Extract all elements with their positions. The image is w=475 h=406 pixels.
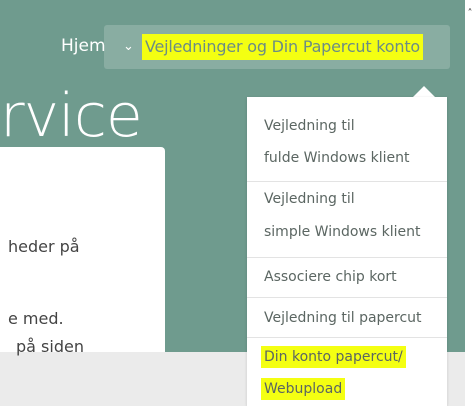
content-text-line: heder på <box>8 237 80 256</box>
menu-item-label: simple Windows klient <box>264 224 421 240</box>
page-title: rvice <box>0 81 143 151</box>
menu-item-label: Associere chip kort <box>264 269 397 285</box>
menu-item-label: Webupload <box>261 378 346 400</box>
content-card: heder på e med. på siden <box>0 147 165 356</box>
chevron-down-icon: ⌄ <box>123 39 134 54</box>
menu-item-fulde-windows-klient[interactable]: Vejledning til fulde Windows klient <box>247 105 447 182</box>
content-text-line: på siden <box>16 337 84 356</box>
menu-item-label: Din konto papercut/ <box>261 346 406 368</box>
dropdown-menu: Vejledning til fulde Windows klient Vejl… <box>247 97 447 406</box>
menu-item-label: Vejledning til papercut <box>264 310 422 326</box>
menu-item-vejledning-papercut[interactable]: Vejledning til papercut <box>247 298 447 338</box>
nav-dropdown-label: Vejledninger og Din Papercut konto <box>142 34 423 60</box>
scroll-up-arrow-icon[interactable]: ˄ <box>466 9 474 19</box>
menu-item-simple-windows-klient[interactable]: Vejledning til simple Windows klient <box>247 182 447 258</box>
nav-dropdown-vejledninger[interactable]: ⌄ Vejledninger og Din Papercut konto <box>104 25 450 69</box>
scrollbar[interactable] <box>465 0 475 406</box>
menu-item-label: Vejledning til <box>264 118 355 134</box>
menu-item-label: Vejledning til <box>264 191 355 207</box>
menu-item-din-konto-webupload[interactable]: Din konto papercut/ Webupload <box>247 338 447 406</box>
menu-item-label: fulde Windows klient <box>264 150 410 166</box>
menu-item-associere-chip-kort[interactable]: Associere chip kort <box>247 258 447 298</box>
content-text-line: e med. <box>8 309 64 328</box>
nav-home-link[interactable]: Hjem <box>61 34 106 58</box>
